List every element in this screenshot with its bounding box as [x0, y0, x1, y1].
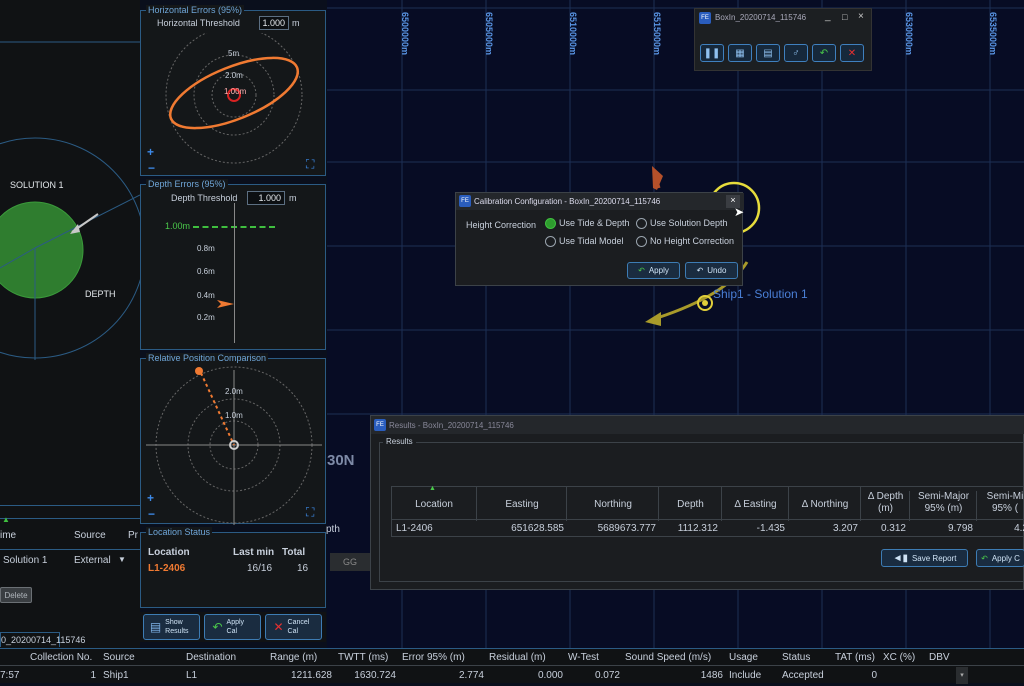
horizontal-errors-title: Horizontal Errors (95%): [146, 5, 245, 15]
close-window-icon[interactable]: ×: [858, 11, 864, 22]
depth-column-header: pth: [326, 524, 340, 535]
minimize-icon[interactable]: _: [825, 11, 831, 22]
tab-boxin[interactable]: 0_20200714_115746: [0, 632, 85, 647]
dialog-apply-button[interactable]: ↶ Apply: [627, 262, 680, 279]
zoom-in-icon[interactable]: +: [147, 145, 154, 159]
results-apply-button[interactable]: ↶ Apply C: [976, 549, 1024, 567]
ship-direction-icon: [645, 312, 661, 326]
locate-icon[interactable]: ♂: [784, 44, 808, 62]
dialog-logo-icon: FE: [459, 195, 471, 207]
cancel-icon-2[interactable]: ✕: [840, 44, 864, 62]
easting-label-1: 6500000m: [400, 12, 410, 56]
ship-label: Ship1 - Solution 1: [713, 287, 808, 301]
cancel-cal-button[interactable]: ✕ Cancel Cal: [265, 614, 322, 640]
cursor-icon: ➤: [734, 205, 745, 219]
results-row[interactable]: L1-2406 651628.585 5689673.777 1112.312 …: [391, 520, 1024, 537]
apply-icon-2[interactable]: ↶: [812, 44, 836, 62]
show-results-button[interactable]: ▤ Show Results: [143, 614, 200, 640]
bottom-table-row[interactable]: 7:57 1 Ship1 L1 1211.628 1630.724 2.774 …: [0, 667, 1024, 684]
easting-label-8: 6535000m: [988, 12, 998, 56]
gg-cell: GG: [330, 553, 370, 571]
bottom-table: Collection No. Source Destination Range …: [0, 648, 1024, 684]
easting-label-2: 6505000m: [484, 12, 494, 56]
solution-label: SOLUTION 1: [10, 180, 64, 190]
report-icon: ▤: [149, 620, 162, 634]
left-panel: SOLUTION 1 DEPTH ime Source Pr ▲ Solutio…: [0, 0, 140, 683]
save-report-button[interactable]: ◄▮ Save Report: [881, 549, 968, 567]
relative-zoom-out-icon[interactable]: −: [148, 507, 155, 521]
maximize-icon[interactable]: □: [842, 12, 847, 22]
easting-label-3: 6510000m: [568, 12, 578, 56]
results-window: FE Results - BoxIn_20200714_115746 Resul…: [370, 415, 1024, 590]
relative-zoom-in-icon[interactable]: +: [147, 491, 154, 505]
sort-asc-icon: ▲: [429, 485, 436, 492]
zoom-out-icon[interactable]: −: [148, 161, 155, 175]
left-table-row[interactable]: Solution 1 External ▼: [0, 552, 140, 570]
depth-errors-panel: Depth Errors (95%) Depth Threshold 1.000…: [140, 179, 326, 350]
radio-tide-depth[interactable]: Use Tide & Depth: [545, 218, 630, 230]
relative-expand-icon[interactable]: ⛶: [306, 505, 314, 520]
save-report-icon: ◄▮: [892, 552, 908, 564]
report-icon-2[interactable]: ▤: [756, 44, 780, 62]
depth-marker-icon: [217, 300, 234, 308]
dialog-undo-button[interactable]: ↶ Undo: [685, 262, 738, 279]
delete-button[interactable]: Delete: [0, 587, 32, 603]
calibration-dialog: FE Calibration Configuration - BoxIn_202…: [455, 192, 745, 286]
apply-cal-button[interactable]: ↶ Apply Cal: [204, 614, 261, 640]
pause-icon[interactable]: ❚❚: [700, 44, 724, 62]
horizontal-threshold-input[interactable]: 1.000: [259, 16, 289, 30]
easting-label-4: 6515000m: [652, 12, 662, 56]
left-table-header: ime Source Pr ▲: [0, 515, 140, 550]
scroll-down-icon[interactable]: ▾: [956, 667, 968, 684]
apply-icon: ↶: [212, 620, 223, 634]
expand-icon[interactable]: ⛶: [306, 157, 314, 172]
easting-label-7: 6530000m: [904, 12, 914, 56]
radio-solution-depth[interactable]: Use Solution Depth: [636, 218, 728, 230]
app-logo-icon: FE: [699, 12, 711, 24]
location-row[interactable]: L1-2406: [148, 563, 185, 574]
results-logo-icon: FE: [374, 419, 386, 431]
apply-icon-3: ↶: [638, 266, 645, 275]
bottom-table-header: Collection No. Source Destination Range …: [0, 649, 1024, 666]
cancel-icon: ✕: [273, 620, 284, 634]
radio-no-height[interactable]: No Height Correction: [636, 236, 734, 248]
results-header-row: Location ▲ Easting Northing Depth Δ East…: [391, 485, 1024, 521]
depth-threshold-input[interactable]: 1.000: [247, 191, 285, 205]
solution-plot: [0, 41, 140, 360]
apply-icon-4: ↶: [981, 553, 988, 563]
undo-icon: ↶: [696, 266, 704, 275]
grid-icon[interactable]: ▦: [728, 44, 752, 62]
radio-tidal-model[interactable]: Use Tidal Model: [545, 236, 624, 248]
relative-position-panel: Relative Position Comparison 2.0m 1.0m +…: [140, 353, 326, 525]
depth-label: DEPTH: [85, 289, 116, 299]
northing-label: 30N: [327, 452, 355, 469]
mini-window: FE BoxIn_20200714_115746 _ □ × ❚❚ ▦ ▤ ♂ …: [694, 8, 872, 71]
location-status-panel: Location Status Location Last min Total …: [140, 527, 326, 608]
horizontal-errors-panel: Horizontal Errors (95%) Horizontal Thres…: [140, 5, 326, 176]
